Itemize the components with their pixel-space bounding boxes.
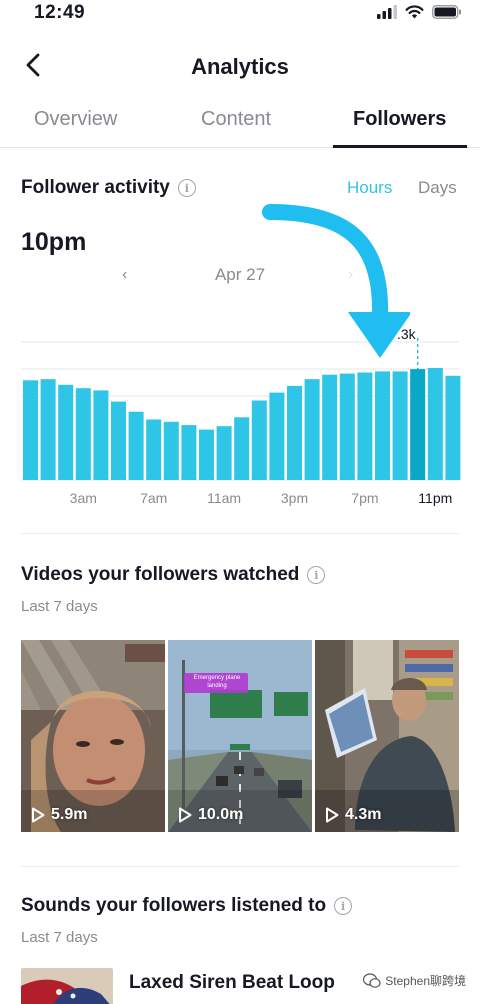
wechat-icon <box>363 972 381 988</box>
x-tick-label: 7am <box>140 490 167 506</box>
tab-bar: Overview Content Followers <box>0 96 480 148</box>
videos-subtitle: Last 7 days <box>21 598 98 615</box>
status-time: 12:49 <box>34 2 86 23</box>
chart-bar[interactable] <box>357 372 373 481</box>
watermark-text: Stephen聊跨境 <box>385 974 466 988</box>
info-icon[interactable]: i <box>307 566 326 584</box>
watermark: Stephen聊跨境 <box>363 972 466 989</box>
video-thumbnail[interactable]: 5.9m <box>21 640 165 832</box>
chart-bar[interactable] <box>216 426 232 480</box>
chart-bar[interactable] <box>392 371 408 480</box>
video-thumbnail-image <box>315 640 459 832</box>
chart-bar[interactable] <box>58 384 74 480</box>
section-divider <box>21 533 459 534</box>
toggle-days[interactable]: Days <box>418 178 457 198</box>
follower-activity-title: Follower activity <box>21 177 170 198</box>
video-overlay-line: landing <box>207 683 227 689</box>
video-overlay-line: Emergency plane <box>193 675 241 681</box>
video-thumbnail-image <box>168 640 312 832</box>
tab-overview[interactable]: Overview <box>34 108 117 131</box>
tab-followers[interactable]: Followers <box>353 108 446 131</box>
chart-bar[interactable] <box>287 385 302 480</box>
video-views-label: 10.0m <box>198 806 244 823</box>
chart-bar[interactable] <box>163 421 179 480</box>
x-tick-label: 11pm <box>418 490 452 506</box>
x-tick-label: 7pm <box>351 490 378 506</box>
sounds-subtitle: Last 7 days <box>21 929 98 946</box>
video-thumbnail-image <box>21 640 165 832</box>
video-views-label: 4.3m <box>345 806 382 823</box>
chart-bar[interactable] <box>339 373 355 480</box>
chart-bar[interactable] <box>128 411 144 480</box>
chart-bar[interactable] <box>146 419 162 481</box>
follower-activity-heading: Follower activity i <box>21 177 196 199</box>
chart-bar[interactable] <box>75 388 91 480</box>
info-icon[interactable]: i <box>334 897 353 915</box>
chart-bar[interactable] <box>427 368 443 480</box>
wifi-icon <box>405 5 424 24</box>
sound-cover-image[interactable] <box>21 968 113 1004</box>
chart-bars <box>23 368 461 481</box>
x-tick-label: 11am <box>207 490 241 506</box>
video-view-count: 5.9m <box>31 806 87 824</box>
chart-bar[interactable] <box>199 429 214 480</box>
chart-bar[interactable] <box>93 390 109 480</box>
tab-content[interactable]: Content <box>201 108 271 131</box>
toggle-hours[interactable]: Hours <box>347 178 392 198</box>
sound-title: Laxed Siren Beat Loop <box>129 972 335 993</box>
page-title: Analytics <box>191 54 289 79</box>
play-icon <box>32 807 45 823</box>
x-tick-label: 3pm <box>281 490 308 506</box>
video-thumbnail[interactable]: 4.3m <box>315 640 459 832</box>
chart-bar[interactable] <box>111 401 126 480</box>
active-tab-indicator <box>333 145 467 148</box>
status-icons <box>377 5 462 24</box>
chart-bar[interactable] <box>322 374 338 480</box>
video-overlay-caption: Emergency plane landing <box>186 674 248 690</box>
chart-bar[interactable] <box>445 375 461 480</box>
chart-bar[interactable] <box>375 371 390 480</box>
videos-title: Videos your followers watched <box>21 564 300 585</box>
info-icon[interactable]: i <box>177 179 196 197</box>
videos-grid: 5.9m Emergency plane landing 10.0m 4.3m <box>21 640 459 832</box>
nav-header: Analytics <box>0 40 480 92</box>
play-icon <box>326 807 339 823</box>
play-icon <box>179 807 192 823</box>
battery-icon <box>432 5 462 24</box>
annotation-arrow-icon <box>262 204 410 358</box>
video-view-count: 4.3m <box>325 806 381 824</box>
video-views-label: 5.9m <box>51 806 88 823</box>
sounds-title: Sounds your followers listened to <box>21 895 327 916</box>
chart-bar[interactable] <box>251 400 267 481</box>
status-bar: 12:49 <box>0 0 480 30</box>
sounds-heading: Sounds your followers listened to i <box>21 895 353 917</box>
chart-x-ticks: 3am 7am 11am 3pm 7pm 11pm <box>70 490 453 506</box>
signal-icon <box>377 5 397 24</box>
chart-bar[interactable] <box>40 379 56 480</box>
video-view-count: 10.0m <box>178 806 243 824</box>
chart-bar[interactable] <box>181 425 197 480</box>
section-divider <box>21 866 459 867</box>
chart-bar[interactable] <box>23 380 38 480</box>
video-thumbnail[interactable]: Emergency plane landing 10.0m <box>168 640 312 832</box>
chart-bar[interactable] <box>269 392 285 480</box>
chart-bar[interactable] <box>410 369 426 480</box>
videos-heading: Videos your followers watched i <box>21 564 326 586</box>
chart-bar[interactable] <box>304 379 320 480</box>
chart-bar[interactable] <box>234 417 250 480</box>
selected-time-value: 10pm <box>21 228 87 256</box>
x-tick-label: 3am <box>70 490 97 506</box>
